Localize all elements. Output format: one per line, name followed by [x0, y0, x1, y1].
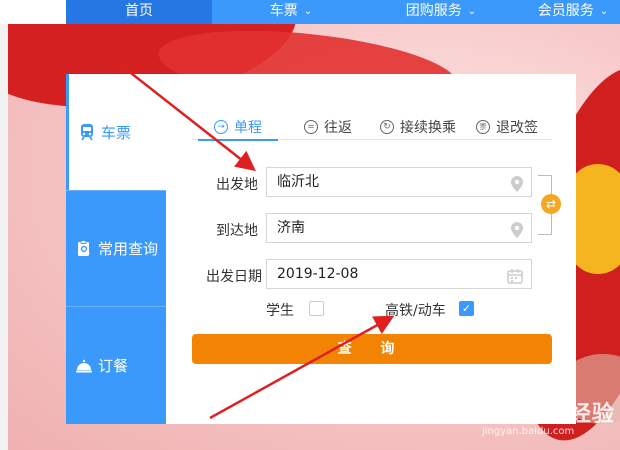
from-label: 出发地 [216, 177, 258, 193]
location-pin-icon[interactable] [511, 174, 523, 202]
refresh-circle-icon: ↻ [380, 120, 394, 134]
tab-refund-change[interactable]: 票 退改签 [476, 114, 538, 140]
ticket-booking-panel: 车票 常用查询 订餐 → 单程 = 往返 ↻ 接续换乘 票 退改签 出发地 临沂… [66, 74, 576, 424]
tab-label: 单程 [234, 120, 262, 136]
tab-label: 接续换乘 [400, 120, 456, 136]
equals-circle-icon: = [304, 120, 318, 134]
arrow-circle-icon: → [214, 120, 228, 134]
clipboard-search-icon [74, 239, 94, 259]
location-pin-icon[interactable] [511, 220, 523, 248]
nav-member-label: 会员服务 [537, 3, 594, 19]
from-station-input[interactable]: 临沂北 [266, 167, 532, 197]
search-button[interactable]: 查 询 [192, 334, 552, 364]
left-edge-strip [0, 24, 8, 450]
sidebar-item-tickets[interactable]: 车票 [66, 74, 166, 190]
highspeed-checkbox[interactable]: ✓ [459, 301, 474, 316]
sidebar-item-label: 常用查询 [98, 240, 159, 258]
sidebar-item-label: 车票 [101, 123, 132, 142]
baidu-watermark: Bai du 经验 jingyan.baidu.com [474, 396, 615, 437]
departure-date-value: 2019-12-08 [277, 266, 359, 282]
nav-tickets-label: 车票 [269, 3, 298, 19]
student-label: 学生 [266, 303, 294, 319]
tab-label: 往返 [324, 120, 352, 136]
sidebar-item-order-food[interactable]: 订餐 [66, 306, 166, 424]
tab-transfer[interactable]: ↻ 接续换乘 [380, 114, 456, 140]
ticket-form-area: → 单程 = 往返 ↻ 接续换乘 票 退改签 出发地 临沂北 到达地 济南 ⇄ … [192, 74, 576, 424]
to-station-input[interactable]: 济南 [266, 213, 532, 243]
departure-date-input[interactable]: 2019-12-08 [266, 259, 532, 289]
date-label: 出发日期 [206, 269, 262, 285]
tab-label: 退改签 [496, 120, 538, 136]
swap-stations-button[interactable]: ⇄ [541, 194, 561, 214]
nav-home-label: 首页 [125, 3, 153, 19]
chevron-down-icon: ⌄ [303, 6, 313, 17]
to-station-value: 济南 [277, 220, 305, 236]
calendar-icon[interactable] [507, 266, 523, 294]
highspeed-label: 高铁/动车 [385, 303, 446, 319]
sidebar: 车票 常用查询 订餐 [66, 74, 166, 424]
tab-one-way[interactable]: → 单程 [198, 114, 278, 141]
train-icon [77, 122, 97, 142]
nav-tickets[interactable]: 车票 ⌄ [236, 0, 346, 24]
watermark-logo: Bai du 经验 [474, 401, 615, 427]
sidebar-item-label: 订餐 [98, 357, 129, 375]
nav-home[interactable]: 首页 [66, 0, 212, 24]
chevron-down-icon: ⌄ [467, 6, 477, 17]
to-label: 到达地 [216, 223, 258, 239]
tab-round-trip[interactable]: = 往返 [304, 114, 352, 140]
nav-member[interactable]: 会员服务 ⌄ [526, 0, 620, 24]
ticket-circle-icon: 票 [476, 120, 490, 134]
trip-type-tabs: → 单程 = 往返 ↻ 接续换乘 票 退改签 [192, 110, 552, 141]
from-station-value: 临沂北 [277, 174, 319, 190]
nav-group-buy[interactable]: 团购服务 ⌄ [376, 0, 506, 24]
chevron-down-icon: ⌄ [599, 6, 609, 17]
top-navigation: 首页 车票 ⌄ 团购服务 ⌄ 会员服务 ⌄ [66, 0, 620, 24]
sidebar-item-common-query[interactable]: 常用查询 [66, 190, 166, 306]
nav-group-buy-label: 团购服务 [405, 3, 462, 19]
student-checkbox[interactable] [309, 301, 324, 316]
food-cloche-icon [74, 356, 94, 376]
